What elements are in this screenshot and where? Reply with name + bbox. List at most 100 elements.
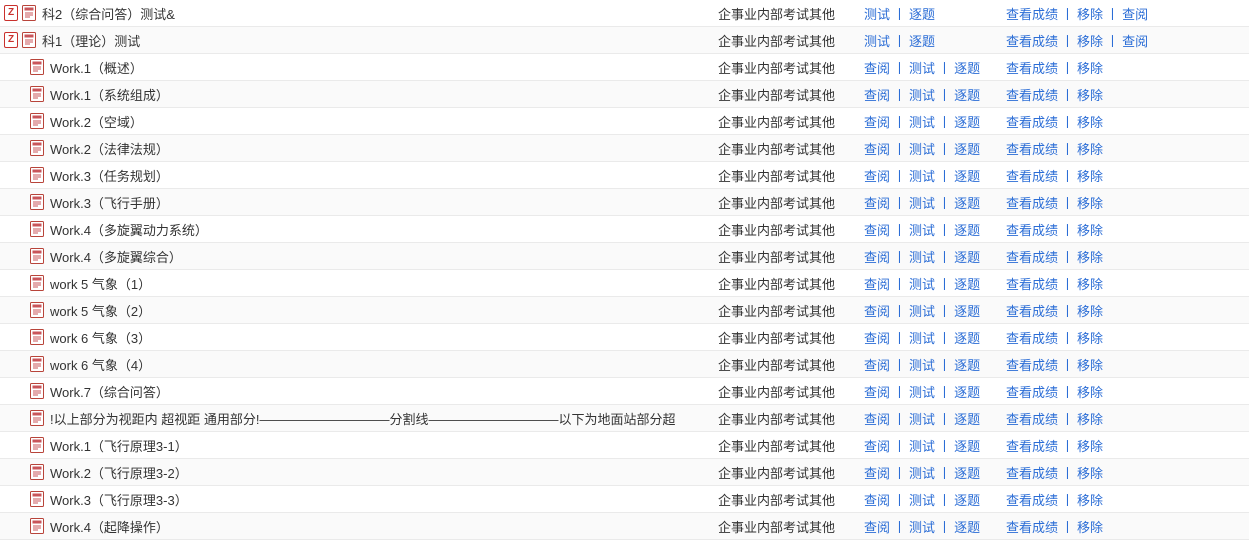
row-title[interactable]: Work.2（法律法规） <box>50 139 169 158</box>
row-title[interactable]: work 6 气象（3） <box>50 328 151 347</box>
row-title[interactable]: 科1（理论）测试 <box>42 31 140 50</box>
remove-link[interactable]: 移除 <box>1077 250 1103 265</box>
test-link[interactable]: 测试 <box>909 250 935 265</box>
view-link[interactable]: 查阅 <box>864 61 890 76</box>
view-scores-link[interactable]: 查看成绩 <box>1006 142 1058 157</box>
view-link[interactable]: 查阅 <box>864 493 890 508</box>
row-title[interactable]: Work.1（概述） <box>50 58 143 77</box>
row-title[interactable]: work 5 气象（1） <box>50 274 151 293</box>
each-question-link[interactable]: 逐题 <box>954 358 980 373</box>
each-question-link[interactable]: 逐题 <box>954 88 980 103</box>
view-scores-link[interactable]: 查看成绩 <box>1006 493 1058 508</box>
view-link[interactable]: 查阅 <box>864 142 890 157</box>
row-title[interactable]: 科2（综合问答）测试& <box>42 4 175 23</box>
test-link[interactable]: 测试 <box>909 169 935 184</box>
remove-link[interactable]: 移除 <box>1077 466 1103 481</box>
remove-link[interactable]: 移除 <box>1077 439 1103 454</box>
view-scores-link[interactable]: 查看成绩 <box>1006 358 1058 373</box>
view-link[interactable]: 查阅 <box>1122 34 1148 49</box>
remove-link[interactable]: 移除 <box>1077 331 1103 346</box>
row-title[interactable]: work 5 气象（2） <box>50 301 151 320</box>
view-scores-link[interactable]: 查看成绩 <box>1006 304 1058 319</box>
each-question-link[interactable]: 逐题 <box>954 223 980 238</box>
test-link[interactable]: 测试 <box>909 277 935 292</box>
view-scores-link[interactable]: 查看成绩 <box>1006 61 1058 76</box>
view-scores-link[interactable]: 查看成绩 <box>1006 466 1058 481</box>
view-link[interactable]: 查阅 <box>864 250 890 265</box>
row-title[interactable]: Work.4（起降操作） <box>50 517 169 536</box>
test-link[interactable]: 测试 <box>909 115 935 130</box>
each-question-link[interactable]: 逐题 <box>954 277 980 292</box>
remove-link[interactable]: 移除 <box>1077 358 1103 373</box>
test-link[interactable]: 测试 <box>909 196 935 211</box>
view-scores-link[interactable]: 查看成绩 <box>1006 250 1058 265</box>
view-scores-link[interactable]: 查看成绩 <box>1006 169 1058 184</box>
remove-link[interactable]: 移除 <box>1077 223 1103 238</box>
each-question-link[interactable]: 逐题 <box>954 196 980 211</box>
test-link[interactable]: 测试 <box>909 88 935 103</box>
test-link[interactable]: 测试 <box>864 7 890 22</box>
view-scores-link[interactable]: 查看成绩 <box>1006 196 1058 211</box>
row-title[interactable]: Work.4（多旋翼综合） <box>50 247 182 266</box>
remove-link[interactable]: 移除 <box>1077 34 1103 49</box>
remove-link[interactable]: 移除 <box>1077 412 1103 427</box>
remove-link[interactable]: 移除 <box>1077 88 1103 103</box>
test-link[interactable]: 测试 <box>909 358 935 373</box>
each-question-link[interactable]: 逐题 <box>909 34 935 49</box>
test-link[interactable]: 测试 <box>909 466 935 481</box>
each-question-link[interactable]: 逐题 <box>954 520 980 535</box>
test-link[interactable]: 测试 <box>909 61 935 76</box>
test-link[interactable]: 测试 <box>909 439 935 454</box>
remove-link[interactable]: 移除 <box>1077 385 1103 400</box>
view-scores-link[interactable]: 查看成绩 <box>1006 7 1058 22</box>
row-title[interactable]: Work.3（任务规划） <box>50 166 169 185</box>
remove-link[interactable]: 移除 <box>1077 169 1103 184</box>
row-title[interactable]: Work.2（飞行原理3-2） <box>50 463 188 482</box>
view-scores-link[interactable]: 查看成绩 <box>1006 331 1058 346</box>
each-question-link[interactable]: 逐题 <box>954 115 980 130</box>
view-scores-link[interactable]: 查看成绩 <box>1006 115 1058 130</box>
view-link[interactable]: 查阅 <box>864 196 890 211</box>
each-question-link[interactable]: 逐题 <box>954 250 980 265</box>
test-link[interactable]: 测试 <box>909 385 935 400</box>
remove-link[interactable]: 移除 <box>1077 520 1103 535</box>
view-link[interactable]: 查阅 <box>864 412 890 427</box>
each-question-link[interactable]: 逐题 <box>954 493 980 508</box>
test-link[interactable]: 测试 <box>909 331 935 346</box>
remove-link[interactable]: 移除 <box>1077 61 1103 76</box>
view-scores-link[interactable]: 查看成绩 <box>1006 88 1058 103</box>
view-link[interactable]: 查阅 <box>864 385 890 400</box>
view-link[interactable]: 查阅 <box>864 115 890 130</box>
row-title[interactable]: Work.1（系统组成） <box>50 85 169 104</box>
test-link[interactable]: 测试 <box>909 412 935 427</box>
each-question-link[interactable]: 逐题 <box>909 7 935 22</box>
test-link[interactable]: 测试 <box>864 34 890 49</box>
row-title[interactable]: Work.4（多旋翼动力系统） <box>50 220 208 239</box>
each-question-link[interactable]: 逐题 <box>954 169 980 184</box>
test-link[interactable]: 测试 <box>909 223 935 238</box>
test-link[interactable]: 测试 <box>909 520 935 535</box>
test-link[interactable]: 测试 <box>909 493 935 508</box>
view-link[interactable]: 查阅 <box>864 520 890 535</box>
view-scores-link[interactable]: 查看成绩 <box>1006 439 1058 454</box>
row-title[interactable]: !以上部分为视距内 超视距 通用部分!——————————分割线————————… <box>50 409 675 428</box>
each-question-link[interactable]: 逐题 <box>954 61 980 76</box>
view-link[interactable]: 查阅 <box>864 88 890 103</box>
view-link[interactable]: 查阅 <box>864 169 890 184</box>
row-title[interactable]: Work.3（飞行原理3-3） <box>50 490 188 509</box>
view-link[interactable]: 查阅 <box>864 439 890 454</box>
row-title[interactable]: Work.1（飞行原理3-1） <box>50 436 188 455</box>
remove-link[interactable]: 移除 <box>1077 493 1103 508</box>
view-scores-link[interactable]: 查看成绩 <box>1006 412 1058 427</box>
each-question-link[interactable]: 逐题 <box>954 304 980 319</box>
view-link[interactable]: 查阅 <box>864 304 890 319</box>
view-link[interactable]: 查阅 <box>864 358 890 373</box>
each-question-link[interactable]: 逐题 <box>954 439 980 454</box>
view-scores-link[interactable]: 查看成绩 <box>1006 34 1058 49</box>
each-question-link[interactable]: 逐题 <box>954 385 980 400</box>
test-link[interactable]: 测试 <box>909 142 935 157</box>
remove-link[interactable]: 移除 <box>1077 142 1103 157</box>
row-title[interactable]: Work.7（综合问答） <box>50 382 169 401</box>
each-question-link[interactable]: 逐题 <box>954 142 980 157</box>
view-link[interactable]: 查阅 <box>864 277 890 292</box>
